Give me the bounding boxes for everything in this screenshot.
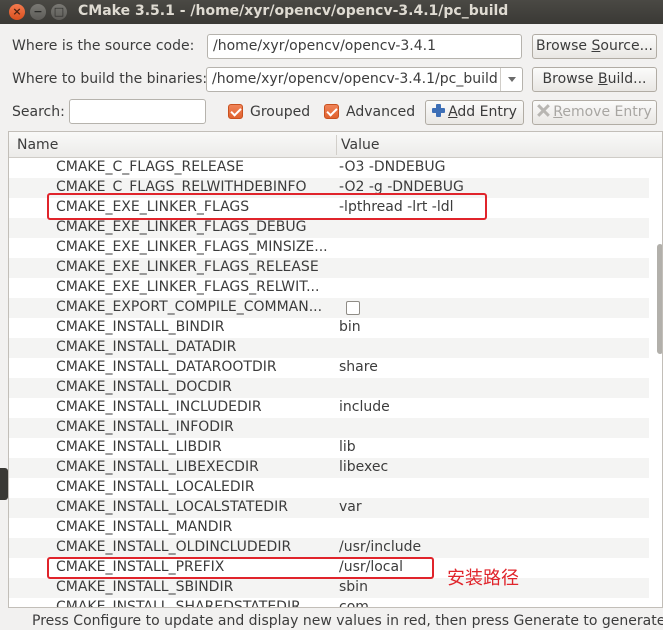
cell-name: CMAKE_EXE_LINKER_FLAGS_RELEASE [56,259,319,275]
cell-name: CMAKE_EXE_LINKER_FLAGS_MINSIZE... [56,239,328,255]
browse-build-mnemonic: B [597,71,608,87]
table-row[interactable]: CMAKE_INSTALL_LOCALEDIR [9,478,649,498]
cell-value[interactable]: bin [339,319,361,335]
scrollbar-thumb[interactable] [657,244,662,354]
table-row[interactable]: CMAKE_INSTALL_LIBDIR lib [9,438,649,458]
cell-value[interactable]: include [339,399,390,415]
side-drag-handle [0,468,8,500]
table-body: CMAKE_C_FLAGS_RELEASE -O3 -DNDEBUG CMAKE_C… [9,158,649,608]
cell-name: CMAKE_INSTALL_DATADIR [56,339,237,355]
cell-value[interactable]: com [339,599,369,607]
close-icon[interactable]: × [9,4,25,20]
plus-icon [432,104,446,117]
advanced-label[interactable]: Advanced [346,104,415,120]
value-checkbox[interactable] [346,301,360,315]
cell-name: CMAKE_INSTALL_INCLUDEDIR [56,399,262,415]
browse-build-label-rest: uild... [607,71,647,87]
source-label: Where is the source code: [12,38,195,54]
build-label: Where to build the binaries: [12,71,208,87]
table-row[interactable]: CMAKE_C_FLAGS_RELEASE -O3 -DNDEBUG [9,158,649,178]
cmake-window: × − □ CMake 3.5.1 - /home/xyr/opencv/ope… [0,0,663,630]
build-path-value: /home/xyr/opencv/opencv-3.4.1/pc_build [212,71,498,87]
remove-entry-mnemonic: R [553,104,563,120]
remove-entry-label: emove Entry [562,104,652,120]
table-row[interactable]: CMAKE_INSTALL_LIBEXECDIR libexec [9,458,649,478]
table-row[interactable]: CMAKE_INSTALL_DATADIR [9,338,649,358]
cell-name: CMAKE_INSTALL_OLDINCLUDEDIR [56,539,292,555]
cell-name: CMAKE_INSTALL_SHAREDSTATEDIR [56,599,301,608]
vertical-scrollbar[interactable] [656,159,662,607]
table-row[interactable]: CMAKE_INSTALL_SBINDIR sbin [9,578,649,598]
remove-entry-button[interactable]: Remove Entry [532,100,657,125]
table-row[interactable]: CMAKE_INSTALL_DATAROOTDIR share [9,358,649,378]
table-row[interactable]: CMAKE_INSTALL_BINDIR bin [9,318,649,338]
cell-name: CMAKE_EXPORT_COMPILE_COMMAN... [56,299,323,315]
annotation-text: 安装路径 [447,568,519,589]
cell-name: CMAKE_INSTALL_DOCDIR [56,379,232,395]
cell-name: CMAKE_INSTALL_LIBEXECDIR [56,459,259,475]
cell-name: CMAKE_EXE_LINKER_FLAGS_RELWIT... [56,279,320,295]
grouped-label[interactable]: Grouped [250,104,310,120]
browse-build-button[interactable]: Browse Build... [532,67,657,92]
cell-name: CMAKE_INSTALL_BINDIR [56,319,225,335]
highlight-box-linker-flags [47,193,487,220]
table-row[interactable]: CMAKE_INSTALL_INFODIR [9,418,649,438]
advanced-checkbox[interactable] [324,104,339,119]
cell-name: CMAKE_INSTALL_INFODIR [56,419,234,435]
browse-source-button[interactable]: Browse Source... [532,34,657,59]
table-header: Name Value [9,132,662,158]
title-bar: × − □ CMake 3.5.1 - /home/xyr/opencv/ope… [0,0,663,24]
cell-name: CMAKE_EXE_LINKER_FLAGS_DEBUG [56,219,307,235]
highlight-box-install-prefix [47,557,434,579]
browse-build-label: Browse [542,71,598,87]
table-row[interactable]: CMAKE_EXE_LINKER_FLAGS_MINSIZE... [9,238,649,258]
grouped-checkbox[interactable] [228,104,243,119]
table-row[interactable]: CMAKE_EXE_LINKER_FLAGS_RELWIT... [9,278,649,298]
header-divider [336,135,337,155]
cell-value[interactable]: sbin [339,579,368,595]
remove-icon [537,104,550,117]
cell-name: CMAKE_INSTALL_LOCALEDIR [56,479,255,495]
browse-source-label: Browse [536,38,592,54]
add-entry-label: dd Entry [457,104,517,120]
search-label: Search: [12,104,65,120]
table-row[interactable]: CMAKE_INSTALL_LOCALSTATEDIR var [9,498,649,518]
cell-name: CMAKE_INSTALL_SBINDIR [56,579,234,595]
search-input[interactable] [69,99,206,124]
table-row[interactable]: CMAKE_EXPORT_COMPILE_COMMAN... [9,298,649,318]
cell-value[interactable]: /usr/include [339,539,421,555]
cell-value[interactable]: lib [339,439,356,455]
cell-value[interactable]: libexec [339,459,388,475]
table-row[interactable]: CMAKE_INSTALL_DOCDIR [9,378,649,398]
cell-value[interactable]: share [339,359,378,375]
header-name[interactable]: Name [17,137,58,153]
chevron-down-icon[interactable] [500,68,522,91]
window-title: CMake 3.5.1 - /home/xyr/opencv/opencv-3.… [78,3,509,19]
minimize-icon[interactable]: − [30,4,46,20]
header-value[interactable]: Value [341,137,379,153]
cell-value[interactable]: -O3 -DNDEBUG [339,159,445,175]
cell-name: CMAKE_INSTALL_MANDIR [56,519,233,535]
table-row[interactable]: CMAKE_EXE_LINKER_FLAGS_RELEASE [9,258,649,278]
table-row[interactable]: CMAKE_INSTALL_MANDIR [9,518,649,538]
cell-name: CMAKE_INSTALL_LIBDIR [56,439,222,455]
table-row[interactable]: CMAKE_INSTALL_INCLUDEDIR include [9,398,649,418]
add-entry-button[interactable]: Add Entry [425,100,524,125]
cell-value[interactable]: var [339,499,362,515]
build-path-combobox[interactable]: /home/xyr/opencv/opencv-3.4.1/pc_build [206,67,523,92]
table-row[interactable]: CMAKE_EXE_LINKER_FLAGS_DEBUG [9,218,649,238]
table-row[interactable]: CMAKE_INSTALL_OLDINCLUDEDIR/usr/include [9,538,649,558]
cell-name: CMAKE_C_FLAGS_RELEASE [56,159,245,175]
browse-source-label-rest: ource... [600,38,653,54]
source-path-input[interactable]: /home/xyr/opencv/opencv-3.4.1 [207,34,522,59]
maximize-icon[interactable]: □ [51,4,67,20]
status-bar-text: Press Configure to update and display ne… [32,613,663,629]
cell-name: CMAKE_INSTALL_LOCALSTATEDIR [56,499,288,515]
cell-name: CMAKE_INSTALL_DATAROOTDIR [56,359,277,375]
table-row[interactable]: CMAKE_INSTALL_SHAREDSTATEDIR com [9,598,649,608]
